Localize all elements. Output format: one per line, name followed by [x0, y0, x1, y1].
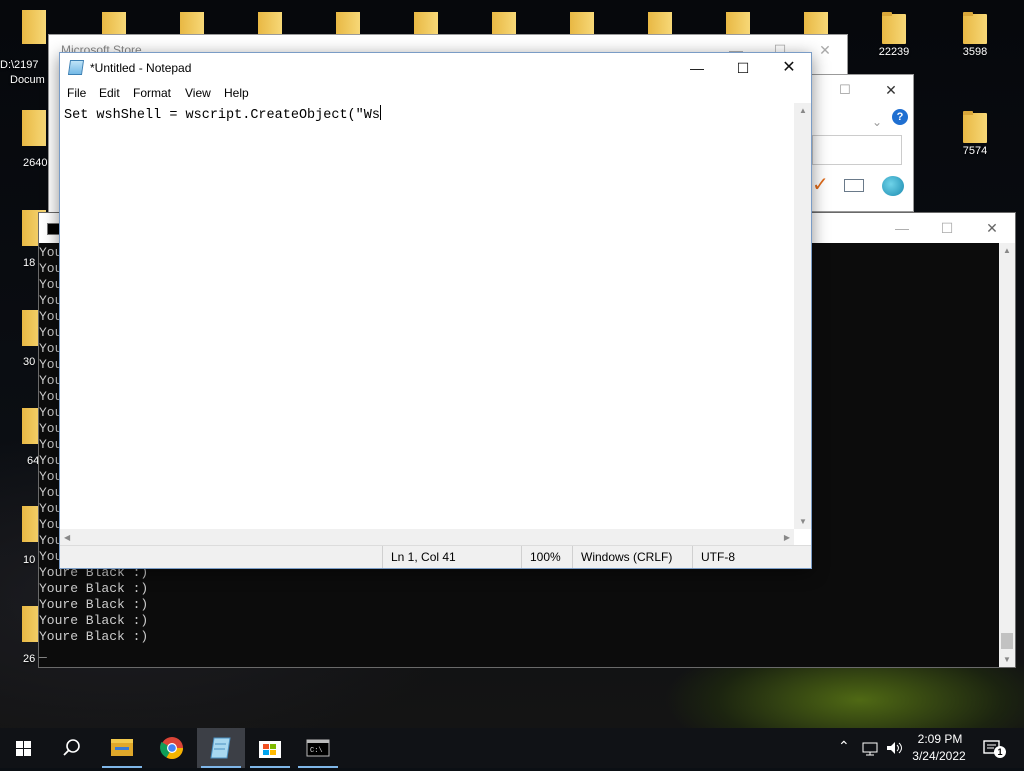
zoom-level: 100%	[521, 546, 570, 568]
text-caret	[379, 105, 381, 120]
start-button[interactable]	[0, 728, 48, 768]
scroll-down-icon[interactable]: ▼	[1003, 655, 1011, 664]
windows-logo-icon	[16, 741, 31, 756]
notepad-app-icon	[67, 60, 85, 75]
folder-icon[interactable]	[22, 110, 46, 146]
chrome-icon	[160, 737, 183, 759]
network-icon[interactable]	[862, 741, 880, 760]
console-cursor: _	[39, 645, 47, 660]
taskbar-microsoft-store[interactable]	[246, 728, 294, 768]
desktop-icon-label: 7574	[962, 145, 988, 157]
cursor-position: Ln 1, Col 41	[382, 546, 521, 568]
help-icon[interactable]: ?	[892, 109, 908, 125]
status-bar: Ln 1, Col 41 100% Windows (CRLF) UTF-8	[60, 545, 811, 568]
chevron-down-icon[interactable]: ⌄	[872, 115, 882, 129]
notepad-titlebar[interactable]: *Untitled - Notepad — ☐ ✕	[60, 53, 811, 83]
taskbar: C:\ ⌃ 2:09 PM 3/24/2022 1	[0, 728, 1024, 768]
desktop-icon-label: 22239	[878, 46, 910, 58]
desktop-icon-label: 26	[23, 653, 36, 665]
close-icon[interactable]: ✕	[766, 53, 812, 83]
scroll-right-icon[interactable]: ▶	[784, 533, 790, 542]
maximize-icon[interactable]: ☐	[822, 75, 868, 105]
notification-center-button[interactable]: 1	[982, 738, 1006, 758]
console-line: Youre Black :)	[39, 581, 149, 596]
folder-icon	[880, 10, 908, 44]
desktop-folder-icon[interactable]: 22239	[869, 10, 919, 58]
search-icon	[63, 739, 80, 756]
taskbar-file-explorer[interactable]	[98, 728, 146, 768]
maximize-icon[interactable]: ☐	[924, 213, 970, 243]
folder-icon	[961, 10, 989, 44]
notepad-window[interactable]: *Untitled - Notepad — ☐ ✕ File Edit Form…	[59, 52, 812, 569]
desktop-folder-icon[interactable]: 7574	[950, 109, 1000, 157]
window-title: *Untitled - Notepad	[90, 61, 192, 75]
svg-text:C:\: C:\	[310, 747, 323, 755]
search-button[interactable]	[48, 728, 96, 768]
console-line: Youre Black :)	[39, 629, 149, 644]
scroll-up-icon[interactable]: ▲	[1003, 246, 1011, 255]
line-ending: Windows (CRLF)	[572, 546, 691, 568]
dialog-input[interactable]	[812, 135, 902, 165]
editor-text: Set wshShell = wscript.CreateObject("Ws	[64, 108, 380, 123]
vertical-scrollbar[interactable]: ▲ ▼	[794, 103, 811, 529]
text-editor[interactable]: Set wshShell = wscript.CreateObject("Ws	[60, 103, 794, 529]
taskbar-notepad[interactable]	[197, 728, 245, 768]
desktop: 22239 3598 7574 D:\2197 Docum 2640 18 30…	[0, 0, 1024, 728]
file-explorer-icon	[111, 739, 133, 756]
scroll-left-icon[interactable]: ◀	[64, 533, 70, 542]
horizontal-scrollbar[interactable]: ◀ ▶	[60, 529, 794, 546]
close-icon[interactable]: ✕	[969, 213, 1015, 243]
desktop-icon-label: 10	[23, 554, 36, 566]
background-dialog[interactable]: ☐ ✕ ⌄ ? ✓	[806, 74, 914, 212]
minimize-icon[interactable]: —	[674, 53, 720, 83]
scroll-down-icon[interactable]: ▼	[799, 517, 807, 526]
desktop-icon-label: 30	[23, 356, 36, 368]
folder-icon	[961, 109, 989, 143]
volume-icon[interactable]	[885, 740, 905, 759]
menu-edit[interactable]: Edit	[95, 83, 124, 103]
taskbar-command-prompt[interactable]: C:\	[294, 728, 342, 768]
menu-format[interactable]: Format	[129, 83, 175, 103]
menu-bar: File Edit Format View Help	[60, 83, 811, 103]
console-line: Youre Black :)	[39, 597, 149, 612]
notepad-icon	[210, 737, 231, 759]
desktop-icon-label: Docum	[10, 74, 45, 86]
console-scrollbar[interactable]: ▲ ▼	[999, 243, 1015, 667]
store-icon	[259, 741, 281, 758]
clock-time[interactable]: 2:09 PM	[912, 732, 968, 746]
menu-view[interactable]: View	[181, 83, 215, 103]
notification-badge: 1	[994, 746, 1006, 758]
desktop-icon-label: D:\2197	[0, 59, 39, 71]
taskbar-chrome[interactable]	[148, 728, 196, 768]
desktop-folder-icon[interactable]: 3598	[950, 10, 1000, 58]
clock-date[interactable]: 3/24/2022	[908, 749, 970, 763]
console-line: Youre Black :)	[39, 613, 149, 628]
encoding: UTF-8	[692, 546, 761, 568]
minimize-icon[interactable]: —	[879, 213, 925, 243]
globe-icon[interactable]	[882, 176, 904, 196]
checkmark-icon[interactable]: ✓	[812, 175, 829, 195]
folder-icon	[22, 10, 46, 44]
scrollbar-thumb[interactable]	[1001, 633, 1013, 649]
command-prompt-icon: C:\	[306, 739, 330, 757]
mail-icon[interactable]	[844, 179, 864, 192]
menu-help[interactable]: Help	[220, 83, 253, 103]
maximize-icon[interactable]: ☐	[720, 53, 766, 83]
menu-file[interactable]: File	[63, 83, 90, 103]
close-icon[interactable]: ✕	[868, 75, 914, 105]
scroll-up-icon[interactable]: ▲	[799, 106, 807, 115]
desktop-icon-label: 18	[23, 257, 36, 269]
chevron-up-icon[interactable]: ⌃	[838, 738, 850, 755]
desktop-icon-label: 3598	[962, 46, 988, 58]
